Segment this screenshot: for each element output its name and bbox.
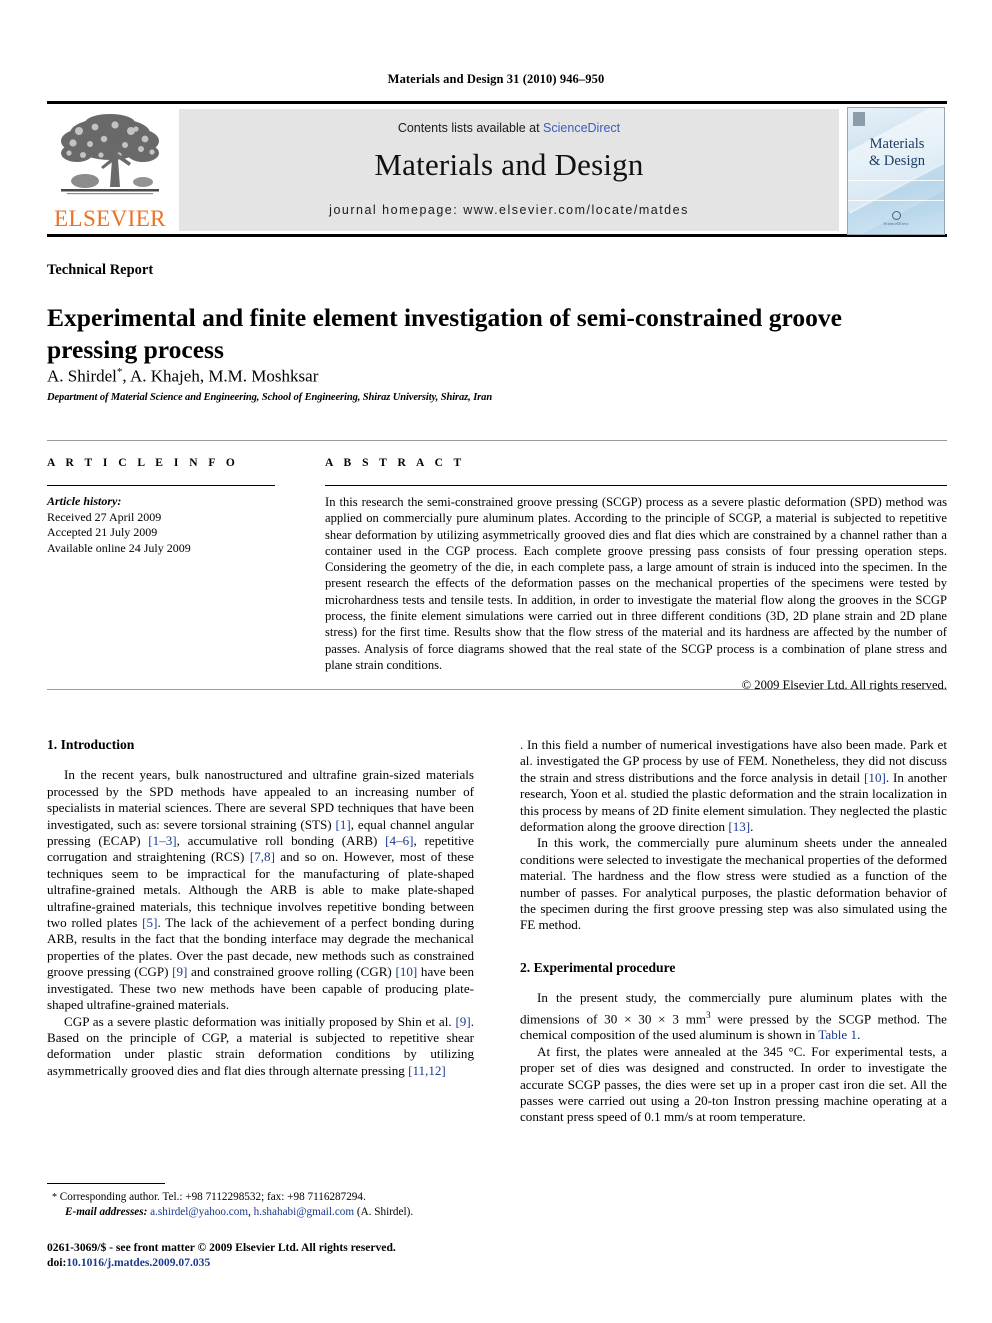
author-rest: , A. Khajeh, M.M. Moshksar: [122, 366, 319, 386]
running-head: Materials and Design 31 (2010) 946–950: [387, 72, 605, 86]
intro-p2-e: .: [750, 819, 754, 835]
journal-homepage-line[interactable]: journal homepage: www.elsevier.com/locat…: [179, 203, 839, 217]
contents-available-line: Contents lists available at ScienceDirec…: [179, 121, 839, 135]
article-accepted-date: Accepted 21 July 2009: [47, 525, 158, 539]
footnote-rule: [47, 1183, 165, 1184]
table-1-link[interactable]: Table 1: [818, 1027, 857, 1042]
intro-paragraph-2-cont: . In this field a number of numerical in…: [520, 737, 947, 835]
sciencedirect-link[interactable]: ScienceDirect: [543, 121, 620, 135]
journal-masthead: ELSEVIER Contents lists available at Sci…: [47, 101, 947, 237]
exp-p1-c: .: [857, 1027, 861, 1043]
intro-p1-g: and constrained groove rolling (CGR): [187, 964, 396, 980]
elsevier-logo: ELSEVIER: [51, 109, 169, 231]
citation-1-3[interactable]: [1–3]: [148, 833, 176, 848]
cover-footer-text: ScienceDirect: [883, 221, 909, 226]
info-abstract-band: A R T I C L E I N F O Article history: R…: [47, 440, 947, 693]
heading-introduction: 1. Introduction: [47, 737, 135, 752]
masthead-top-rule: [47, 101, 947, 104]
experimental-paragraph-1: In the present study, the commercially p…: [520, 990, 947, 1044]
journal-info-panel: Contents lists available at ScienceDirec…: [179, 109, 839, 231]
cover-elsevier-mark-icon: [853, 112, 865, 126]
email-tail-text: (A. Shirdel).: [354, 1206, 414, 1218]
article-history-label: Article history:: [47, 494, 122, 508]
footnote-corresponding-text: Corresponding author. Tel.: +98 71122985…: [57, 1191, 366, 1203]
citation-10[interactable]: [10]: [395, 964, 417, 979]
author-affiliation: Department of Material Science and Engin…: [47, 392, 493, 403]
abstract-heading: A B S T R A C T: [325, 457, 466, 469]
cover-band-2: [848, 200, 944, 201]
intro-p1-c: , accumulative roll bonding (ARB): [176, 833, 386, 849]
cover-footer: ScienceDirect: [848, 211, 944, 227]
cover-title-line1: Materials: [869, 136, 925, 152]
abstract-text: In this research the semi-constrained gr…: [325, 495, 947, 672]
abstract-copyright: © 2009 Elsevier Ltd. All rights reserved…: [741, 678, 947, 693]
abstract-underline: [325, 485, 947, 486]
sciencedirect-dot-icon: [891, 211, 901, 220]
citation-5[interactable]: [5]: [142, 915, 157, 930]
imprint-issn-line: 0261-3069/$ - see front matter © 2009 El…: [47, 1241, 396, 1254]
email-link-2[interactable]: h.shahabi@gmail.com: [254, 1206, 354, 1218]
journal-cover-thumbnail: Materials & Design ScienceDirect: [847, 107, 945, 235]
citation-1[interactable]: [1]: [336, 817, 351, 832]
body-column-left: 1. Introduction In the recent years, bul…: [47, 737, 474, 1079]
abstract-column: A B S T R A C T In this research the sem…: [325, 440, 947, 693]
imprint-block: 0261-3069/$ - see front matter © 2009 El…: [47, 1240, 547, 1270]
doi-link[interactable]: 10.1016/j.matdes.2009.07.035: [66, 1256, 210, 1269]
citation-7-8[interactable]: [7,8]: [250, 849, 275, 864]
elsevier-wordmark: ELSEVIER: [54, 206, 166, 231]
article-available-date: Available online 24 July 2009: [47, 540, 191, 555]
citation-13[interactable]: [13]: [728, 819, 750, 834]
article-info-underline: [47, 485, 275, 486]
body-column-right: . In this field a number of numerical in…: [520, 737, 947, 1126]
article-info-heading: A R T I C L E I N F O: [47, 457, 239, 469]
intro-paragraph-2: CGP as a severe plastic deformation was …: [47, 1014, 474, 1080]
contents-prefix-text: Contents lists available at: [397, 121, 544, 135]
citation-11-12[interactable]: [11,12]: [408, 1063, 446, 1078]
body-columns: 1. Introduction In the recent years, bul…: [47, 737, 947, 1207]
article-history: Article history: Received 27 April 2009 …: [47, 494, 292, 556]
footnote-corresponding-author: * Corresponding author. Tel.: +98 711229…: [47, 1190, 474, 1205]
elsevier-tree-icon: [61, 114, 159, 195]
citation-9b[interactable]: [9]: [455, 1014, 470, 1029]
cover-band-1: [848, 180, 944, 181]
experimental-paragraph-2: At first, the plates were annealed at th…: [520, 1043, 947, 1125]
masthead-bottom-rule: [47, 234, 947, 237]
heading-experimental-procedure: 2. Experimental procedure: [520, 959, 676, 975]
footnote-block: * Corresponding author. Tel.: +98 711229…: [47, 1183, 474, 1219]
article-received-date: Received 27 April 2009: [47, 509, 162, 524]
citation-4-6[interactable]: [4–6]: [385, 833, 413, 848]
page-title: Experimental and finite element investig…: [47, 303, 842, 365]
intro-paragraph-3: In this work, the commercially pure alum…: [520, 835, 947, 933]
article-section-type: Technical Report: [47, 262, 154, 278]
intro-p2-a: CGP as a severe plastic deformation was …: [64, 1013, 456, 1029]
paper-page: Materials and Design 31 (2010) 946–950 E…: [0, 0, 992, 1323]
cover-title-line2: & Design: [869, 153, 925, 169]
doi-label: doi:: [47, 1256, 67, 1269]
intro-paragraph-1: In the recent years, bulk nanostructured…: [47, 767, 474, 1013]
article-info-column: A R T I C L E I N F O Article history: R…: [47, 440, 292, 556]
footnote-email-label: E-mail addresses:: [65, 1206, 148, 1218]
email-link-1[interactable]: a.shirdel@yahoo.com: [150, 1206, 248, 1218]
imprint-doi-line: doi:10.1016/j.matdes.2009.07.035: [47, 1255, 547, 1270]
author-first: A. Shirdel: [47, 366, 117, 386]
author-list: A. Shirdel*, A. Khajeh, M.M. Moshksar: [47, 366, 927, 387]
citation-9[interactable]: [9]: [172, 964, 187, 979]
footnote-email-line: E-mail addresses: a.shirdel@yahoo.com, h…: [47, 1205, 474, 1219]
cover-title: Materials & Design: [856, 136, 938, 170]
citation-10b[interactable]: [10]: [864, 770, 886, 785]
journal-title: Materials and Design: [374, 147, 644, 182]
